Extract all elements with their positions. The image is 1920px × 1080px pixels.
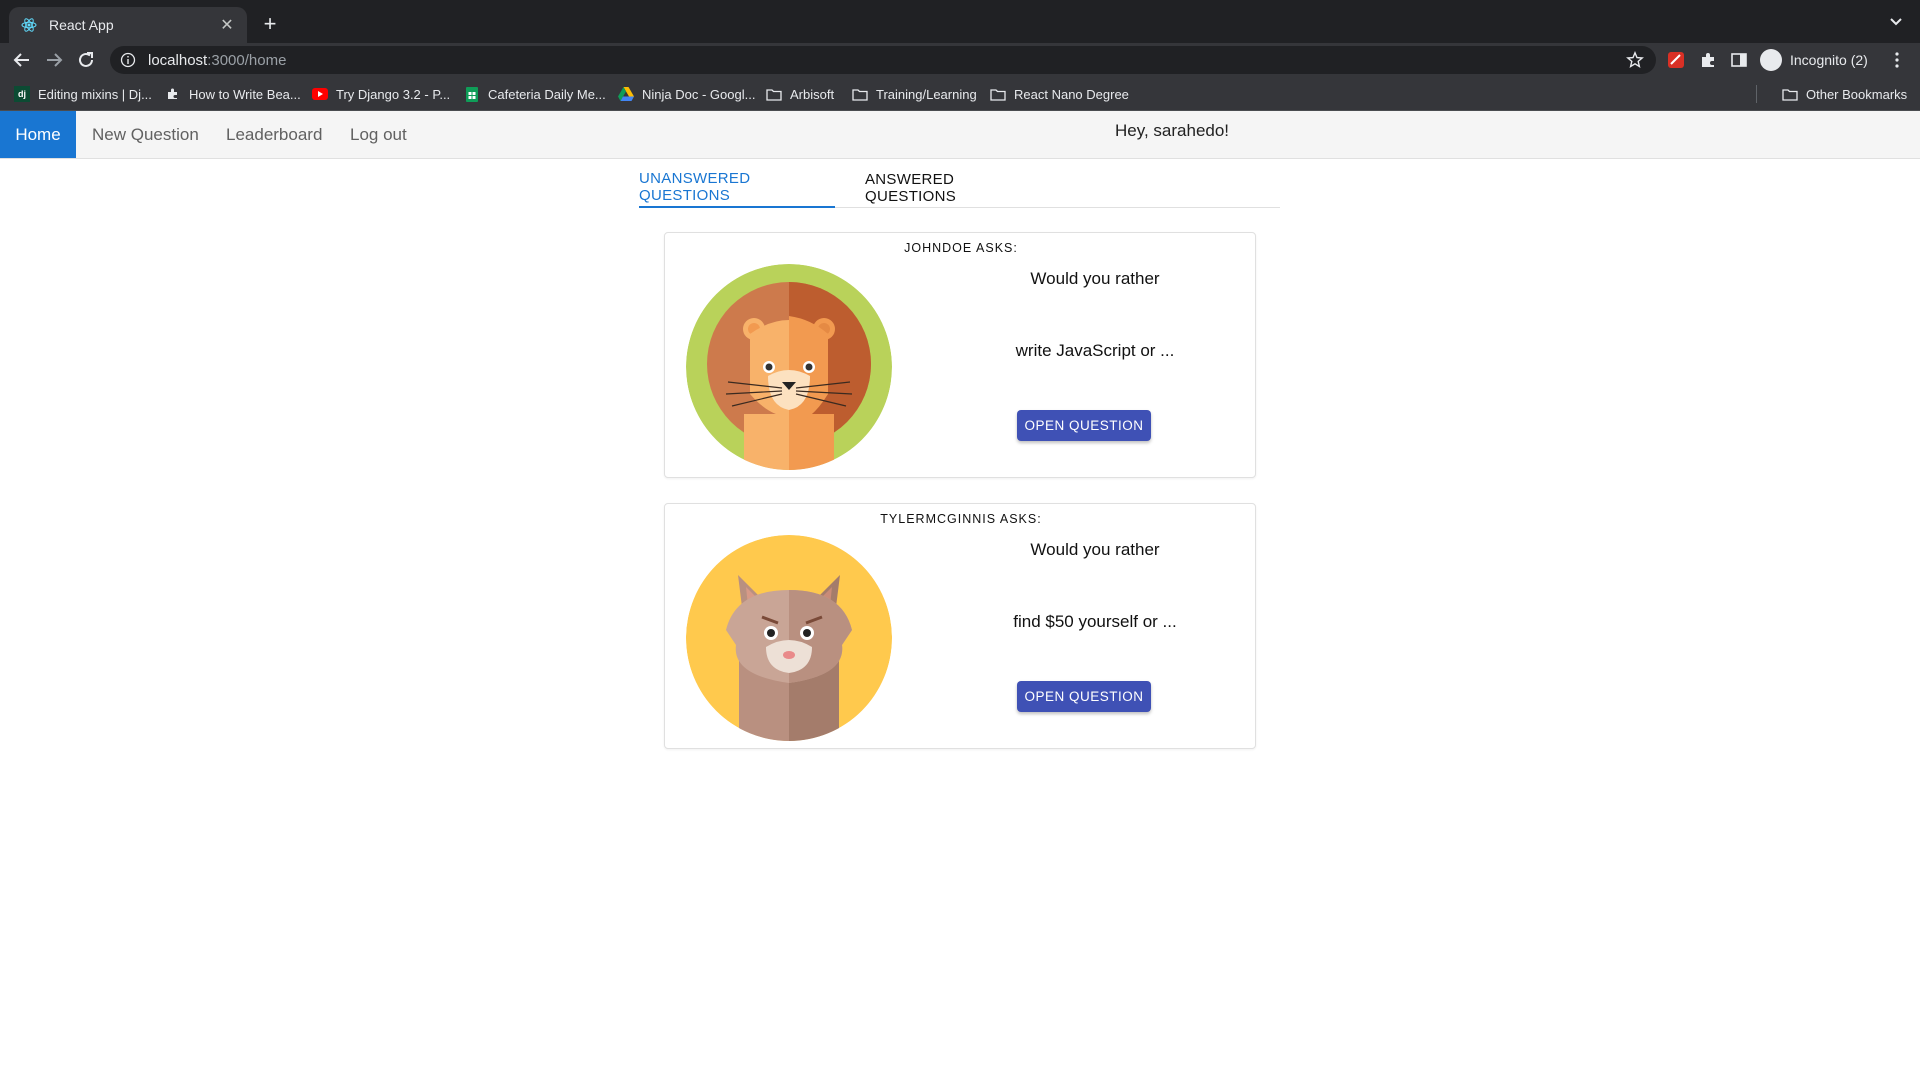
youtube-icon bbox=[312, 86, 328, 102]
bookmark-item[interactable]: dj Editing mixins | Dj... bbox=[14, 85, 152, 103]
app-navbar: Home New Question Leaderboard Log out He… bbox=[0, 111, 1920, 159]
new-tab-button[interactable]: + bbox=[258, 13, 282, 37]
bookmark-label: React Nano Degree bbox=[1014, 86, 1129, 102]
bookmark-label: Cafeteria Daily Me... bbox=[488, 86, 606, 102]
address-bar[interactable]: localhost:3000/home bbox=[110, 46, 1656, 74]
folder-icon bbox=[766, 86, 782, 102]
bookmark-item[interactable]: How to Write Bea... bbox=[165, 85, 301, 103]
open-question-button[interactable]: OPEN QUESTION bbox=[1017, 410, 1151, 441]
more-menu-icon[interactable] bbox=[1888, 51, 1906, 69]
sheets-icon bbox=[464, 86, 480, 102]
bookmark-item[interactable]: Try Django 3.2 - P... bbox=[312, 85, 450, 103]
drive-icon bbox=[618, 86, 634, 102]
browser-tabstrip: React App ✕ + bbox=[0, 0, 1920, 43]
question-prompt: Would you rather bbox=[1030, 269, 1160, 288]
folder-icon bbox=[1782, 86, 1798, 102]
bookmark-label: Other Bookmarks bbox=[1806, 86, 1908, 102]
question-prompt: Would you rather bbox=[1030, 540, 1160, 559]
bookmark-label: Editing mixins | Dj... bbox=[38, 86, 152, 102]
lion-avatar bbox=[686, 264, 892, 470]
browser-toolbar: localhost:3000/home Incognito (2) bbox=[0, 43, 1920, 77]
bookmark-label: Training/Learning bbox=[876, 86, 977, 102]
bookmark-separator bbox=[1756, 85, 1757, 103]
user-greeting: Hey, sarahedo! bbox=[1115, 121, 1230, 140]
nav-logout[interactable]: Log out bbox=[334, 111, 423, 158]
bookmark-label: Arbisoft bbox=[790, 86, 835, 102]
url-host: localhost bbox=[148, 51, 208, 69]
folder-icon bbox=[852, 86, 868, 102]
chevron-down-icon[interactable] bbox=[1886, 12, 1906, 32]
question-option-preview: write JavaScript or ... bbox=[1015, 341, 1175, 360]
browser-tab-title: React App bbox=[49, 17, 114, 33]
bookmark-folder[interactable]: Training/Learning bbox=[852, 85, 977, 103]
cat-avatar bbox=[686, 535, 892, 741]
bookmark-label: How to Write Bea... bbox=[189, 86, 301, 102]
nav-new-question[interactable]: New Question bbox=[76, 111, 215, 158]
url-path: :3000/home bbox=[207, 51, 287, 69]
nav-home[interactable]: Home bbox=[0, 111, 76, 158]
extension-red-icon[interactable] bbox=[1667, 51, 1685, 69]
bookmarks-bar: dj Editing mixins | Dj... How to Write B… bbox=[0, 77, 1920, 111]
tab-answered-questions[interactable]: ANSWERED QUESTIONS bbox=[865, 168, 1045, 208]
question-author: TYLERMCGINNIS ASKS: bbox=[880, 512, 1042, 526]
bookmark-folder[interactable]: Arbisoft bbox=[766, 85, 834, 103]
bookmark-label: Try Django 3.2 - P... bbox=[336, 86, 451, 102]
tab-unanswered-questions[interactable]: UNANSWERED QUESTIONS bbox=[639, 168, 835, 208]
close-icon[interactable]: ✕ bbox=[219, 15, 235, 35]
question-tabs: UNANSWERED QUESTIONS ANSWERED QUESTIONS bbox=[639, 168, 1280, 208]
nav-leaderboard[interactable]: Leaderboard bbox=[210, 111, 338, 158]
question-author: JOHNDOE ASKS: bbox=[904, 241, 1018, 255]
bookmark-item[interactable]: Ninja Doc - Googl... bbox=[618, 85, 755, 103]
side-panel-icon[interactable] bbox=[1730, 51, 1748, 69]
reload-icon[interactable] bbox=[75, 49, 97, 71]
django-icon: dj bbox=[14, 86, 30, 102]
bookmark-folder[interactable]: React Nano Degree bbox=[990, 85, 1129, 103]
react-icon bbox=[21, 18, 37, 32]
forward-arrow-icon[interactable] bbox=[43, 49, 65, 71]
incognito-icon bbox=[1760, 49, 1782, 71]
puzzle-icon bbox=[165, 86, 181, 102]
bookmark-label: Ninja Doc - Googl... bbox=[642, 86, 756, 102]
info-icon[interactable] bbox=[120, 52, 136, 68]
star-icon[interactable] bbox=[1626, 51, 1644, 69]
question-card: TYLERMCGINNIS ASKS: Would you rather fin… bbox=[664, 503, 1256, 749]
incognito-label: Incognito (2) bbox=[1790, 52, 1868, 68]
question-option-preview: find $50 yourself or ... bbox=[1013, 612, 1177, 631]
bookmark-item[interactable]: Cafeteria Daily Me... bbox=[464, 85, 606, 103]
open-question-button[interactable]: OPEN QUESTION bbox=[1017, 681, 1151, 712]
folder-icon bbox=[990, 86, 1006, 102]
other-bookmarks-folder[interactable]: Other Bookmarks bbox=[1782, 85, 1907, 103]
back-arrow-icon[interactable] bbox=[11, 49, 33, 71]
incognito-profile-button[interactable]: Incognito (2) bbox=[1760, 47, 1868, 73]
question-card: JOHNDOE ASKS: Would you rather write Jav… bbox=[664, 232, 1256, 478]
browser-tab[interactable]: React App ✕ bbox=[9, 7, 247, 43]
puzzle-icon[interactable] bbox=[1699, 51, 1717, 69]
